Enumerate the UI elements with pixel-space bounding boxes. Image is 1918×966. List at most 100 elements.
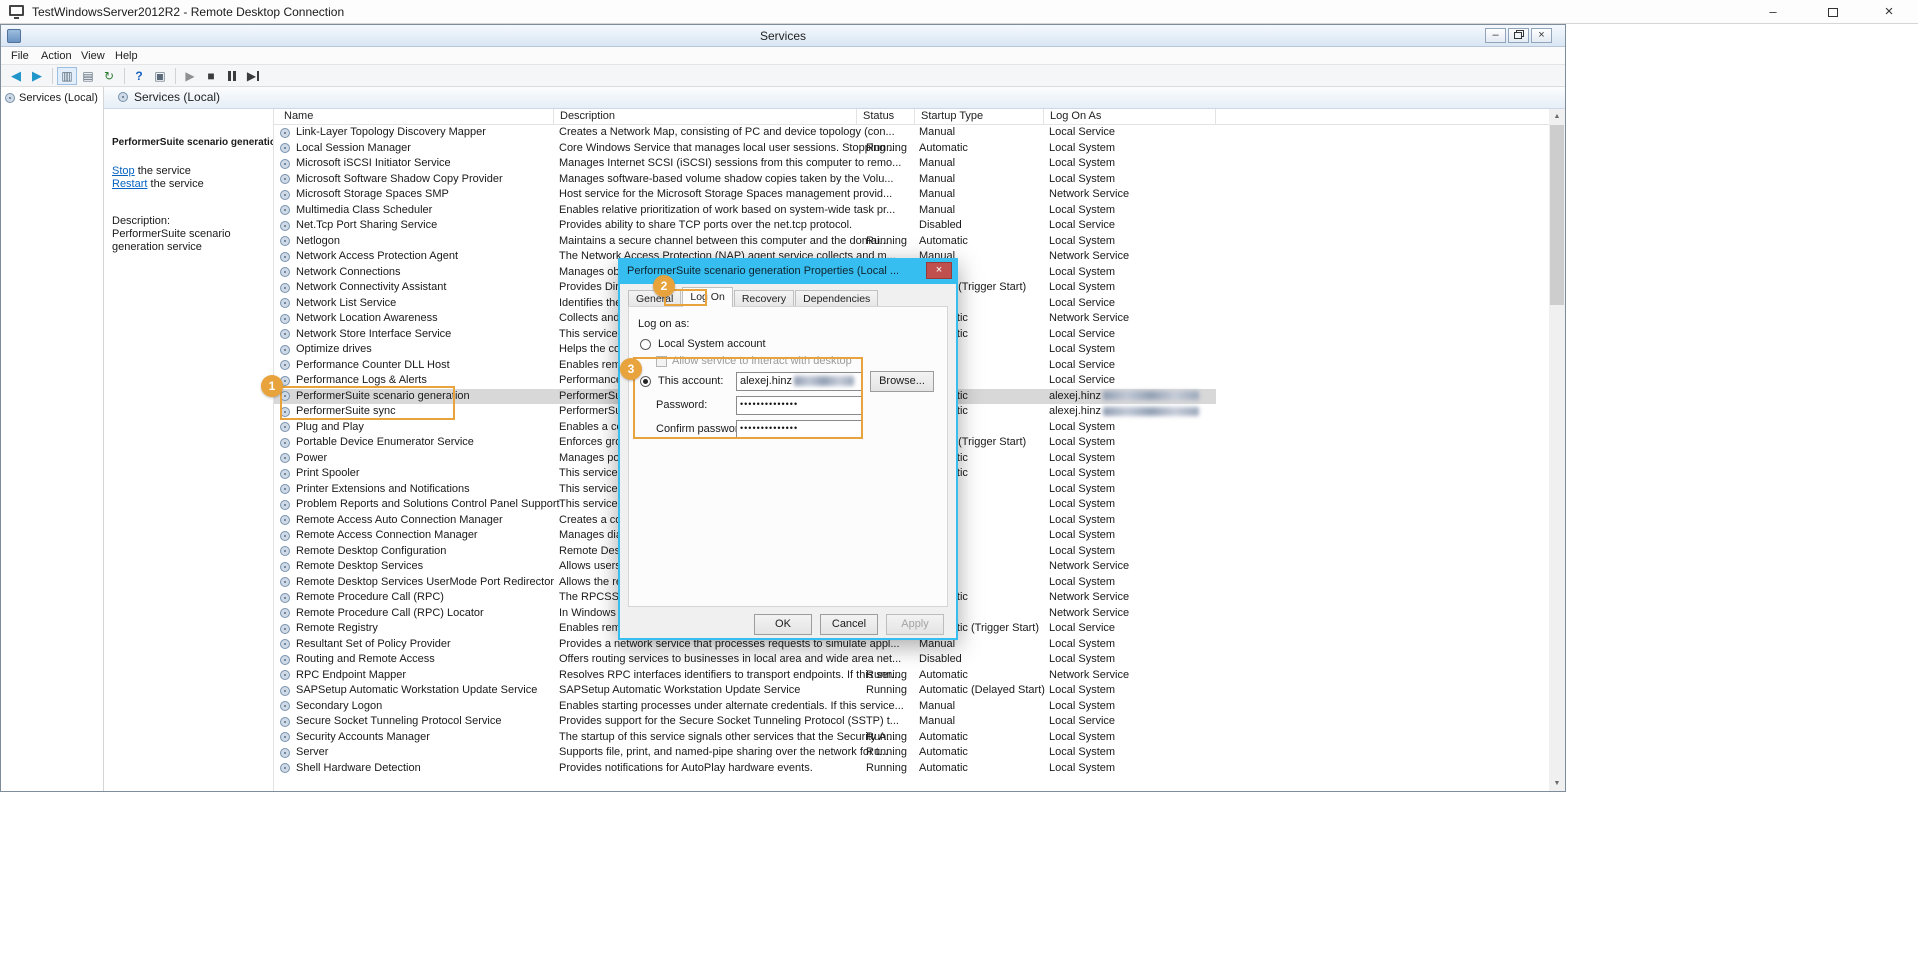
service-description-cell: Provides ability to share TCP ports over… — [559, 218, 852, 234]
scroll-up-icon[interactable]: ▲ — [1549, 109, 1565, 124]
service-startup-cell: Automatic — [919, 730, 968, 746]
service-gear-icon — [280, 298, 290, 308]
services-close-button[interactable]: × — [1531, 28, 1552, 43]
table-row[interactable]: SAPSetup Automatic Workstation Update Se… — [274, 683, 1216, 699]
confirm-password-input[interactable]: •••••••••••••• — [736, 420, 862, 439]
service-logon-cell: Local System — [1049, 466, 1115, 482]
table-row[interactable]: Microsoft Software Shadow Copy ProviderM… — [274, 172, 1216, 188]
service-startup-cell: Manual — [919, 172, 955, 188]
back-icon[interactable]: ◀ — [6, 67, 26, 85]
toolbar-separator — [124, 68, 125, 84]
scrollbar-thumb[interactable] — [1550, 125, 1564, 305]
browse-button[interactable]: Browse... — [870, 371, 934, 392]
export-list-icon[interactable]: ▤ — [78, 67, 98, 85]
scroll-down-icon[interactable]: ▼ — [1549, 776, 1565, 791]
service-description-cell: Helps the co — [559, 342, 620, 358]
pause-service-icon[interactable] — [222, 67, 242, 85]
this-account-radio[interactable] — [640, 376, 651, 387]
service-logon-cell: Local Service — [1049, 358, 1115, 374]
help-icon[interactable]: ? — [129, 67, 149, 85]
service-gear-icon — [280, 314, 290, 324]
service-gear-icon — [280, 608, 290, 618]
table-row[interactable]: Shell Hardware DetectionProvides notific… — [274, 761, 1216, 777]
table-row[interactable]: Secondary LogonEnables starting processe… — [274, 699, 1216, 715]
service-name-cell: Remote Procedure Call (RPC) — [280, 590, 444, 606]
restart-service-icon[interactable]: ▶ — [243, 67, 263, 85]
properties-icon[interactable]: ▣ — [150, 67, 170, 85]
service-name-cell: Performance Logs & Alerts — [280, 373, 427, 389]
account-input[interactable]: alexej.hinz — [736, 372, 862, 391]
dialog-close-button[interactable]: × — [926, 262, 952, 279]
column-header-status[interactable]: Status — [857, 109, 915, 125]
menu-view[interactable]: View — [77, 49, 109, 63]
local-system-label[interactable]: Local System account — [658, 338, 766, 350]
dialog-title: PerformerSuite scenario generation Prope… — [627, 265, 923, 277]
table-row[interactable]: Link-Layer Topology Discovery MapperCrea… — [274, 125, 1216, 141]
table-row[interactable]: NetlogonMaintains a secure channel betwe… — [274, 234, 1216, 250]
tab-dependencies[interactable]: Dependencies — [795, 290, 878, 307]
rdp-titlebar[interactable]: TestWindowsServer2012R2 - Remote Desktop… — [0, 0, 1918, 24]
rdp-close-button[interactable]: × — [1864, 0, 1914, 23]
menu-action[interactable]: Action — [37, 49, 76, 63]
service-logon-cell: Local System — [1049, 435, 1115, 451]
services-minimize-button[interactable]: – — [1485, 28, 1506, 43]
services-header-icon — [118, 92, 128, 102]
start-service-icon[interactable]: ▶ — [180, 67, 200, 85]
table-row[interactable]: Routing and Remote AccessOffers routing … — [274, 652, 1216, 668]
table-row[interactable]: RPC Endpoint MapperResolves RPC interfac… — [274, 668, 1216, 684]
menu-file[interactable]: File — [7, 49, 33, 63]
restore-icon — [1514, 30, 1523, 39]
service-logon-cell: Local Service — [1049, 714, 1115, 730]
service-description-cell: Creates a co — [559, 513, 621, 529]
restart-service-link[interactable]: Restart — [112, 178, 147, 190]
table-row[interactable]: Microsoft Storage Spaces SMPHost service… — [274, 187, 1216, 203]
tab-log-on[interactable]: Log On — [682, 287, 732, 307]
column-header-startup[interactable]: Startup Type — [915, 109, 1044, 125]
column-header-logon[interactable]: Log On As — [1044, 109, 1216, 125]
cancel-button[interactable]: Cancel — [820, 614, 878, 635]
service-logon-cell: Network Service — [1049, 249, 1129, 265]
stop-service-icon[interactable]: ■ — [201, 67, 221, 85]
service-name: Remote Desktop Services UserMode Port Re… — [296, 575, 554, 591]
service-name: Microsoft iSCSI Initiator Service — [296, 156, 451, 172]
services-titlebar[interactable]: Services – × — [1, 25, 1565, 47]
table-row[interactable]: Security Accounts ManagerThe startup of … — [274, 730, 1216, 746]
password-input[interactable]: •••••••••••••• — [736, 396, 862, 415]
table-row[interactable]: Local Session ManagerCore Windows Servic… — [274, 141, 1216, 157]
rdp-maximize-button[interactable] — [1808, 0, 1858, 23]
vertical-scrollbar[interactable]: ▲ ▼ — [1549, 109, 1565, 791]
this-account-label[interactable]: This account: — [658, 375, 723, 387]
table-row[interactable]: Secure Socket Tunneling Protocol Service… — [274, 714, 1216, 730]
rdp-minimize-button[interactable]: – — [1748, 0, 1798, 23]
service-name-cell: Local Session Manager — [280, 141, 411, 157]
table-row[interactable]: ServerSupports file, print, and named-pi… — [274, 745, 1216, 761]
service-name-cell: Plug and Play — [280, 420, 364, 436]
tab-recovery[interactable]: Recovery — [734, 290, 794, 307]
confirm-password-dots: •••••••••••••• — [740, 423, 798, 433]
tree-item-services-local[interactable]: Services (Local) — [5, 92, 98, 104]
service-logon-cell: Network Service — [1049, 606, 1129, 622]
service-startup-cell: Automatic — [919, 141, 968, 157]
service-name: PerformerSuite scenario generation — [296, 389, 470, 405]
service-startup-cell: Automatic — [919, 668, 968, 684]
column-header-description[interactable]: Description — [554, 109, 857, 125]
console-tree-pane: Services (Local) — [1, 87, 104, 791]
service-startup-cell: Automatic (Delayed Start) — [919, 683, 1045, 699]
service-logon-cell: alexej.hinz — [1049, 404, 1199, 420]
stop-service-link[interactable]: Stop — [112, 165, 135, 177]
show-console-tree-icon[interactable]: ▥ — [57, 67, 77, 85]
refresh-icon[interactable]: ↻ — [99, 67, 119, 85]
service-logon-cell: Network Service — [1049, 590, 1129, 606]
table-row[interactable]: Multimedia Class SchedulerEnables relati… — [274, 203, 1216, 219]
table-row[interactable]: Net.Tcp Port Sharing ServiceProvides abi… — [274, 218, 1216, 234]
menu-help[interactable]: Help — [111, 49, 142, 63]
forward-icon[interactable]: ▶ — [27, 67, 47, 85]
local-system-radio[interactable] — [640, 339, 651, 350]
log-on-tab-page — [628, 306, 948, 607]
service-name: Secure Socket Tunneling Protocol Service — [296, 714, 501, 730]
ok-button[interactable]: OK — [754, 614, 812, 635]
services-restore-button[interactable] — [1508, 28, 1529, 43]
table-row[interactable]: Microsoft iSCSI Initiator ServiceManages… — [274, 156, 1216, 172]
service-description-cell: PerformerSui — [559, 389, 624, 405]
column-header-name[interactable]: Name — [278, 109, 554, 125]
